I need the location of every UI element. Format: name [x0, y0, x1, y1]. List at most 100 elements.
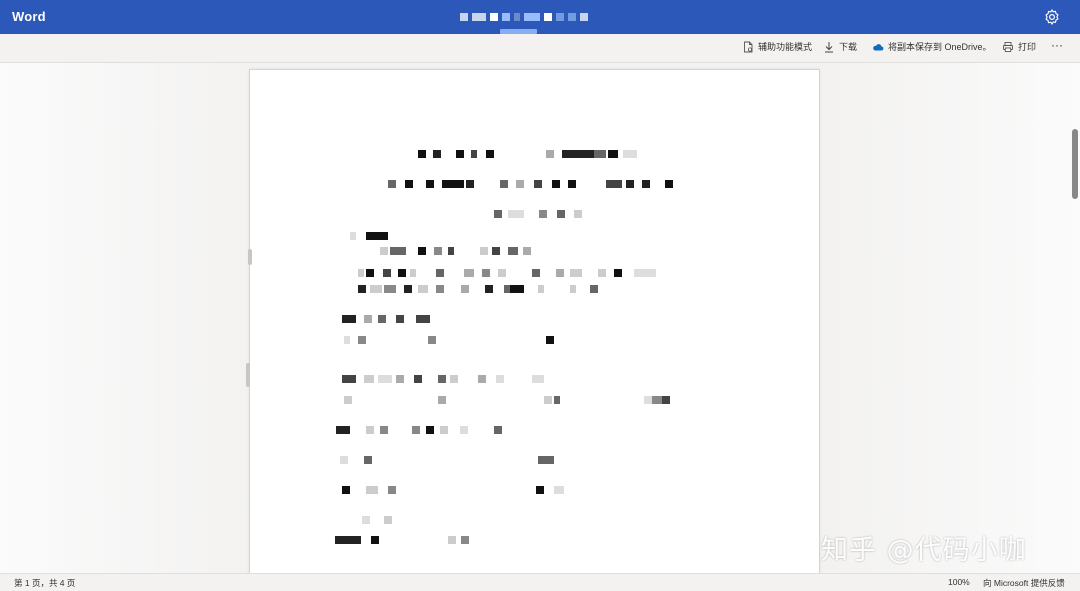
redacted-text-pixel [433, 150, 441, 158]
redacted-text-pixel [508, 210, 524, 218]
redacted-text-pixel [534, 180, 542, 188]
redacted-text-pixel [466, 180, 474, 188]
redacted-text-pixel [366, 486, 378, 494]
redacted-text-pixel [544, 396, 552, 404]
redacted-text-pixel [418, 150, 426, 158]
redacted-text-pixel [496, 375, 504, 383]
document-canvas[interactable] [0, 63, 1080, 573]
watermark-text: 知乎 @代码小咖 [821, 535, 1027, 566]
redacted-text-pixel [642, 180, 650, 188]
redacted-text-pixel [366, 269, 374, 277]
redacted-text-pixel [568, 180, 576, 188]
app-name: Word [12, 9, 46, 24]
redacted-text-pixel [554, 396, 560, 404]
redacted-text-pixel [364, 315, 372, 323]
redacted-text-pixel [456, 150, 464, 158]
redacted-text-pixel [461, 536, 469, 544]
redacted-text-pixel [508, 247, 518, 255]
page-left-handle-top[interactable] [248, 249, 252, 265]
redacted-text-pixel [412, 426, 420, 434]
redacted-text-pixel [532, 269, 540, 277]
redacted-text-pixel [364, 456, 372, 464]
redacted-text-pixel [434, 247, 442, 255]
redacted-text-pixel [416, 315, 430, 323]
page-count: 第 1 页，共 4 页 [14, 578, 76, 588]
redacted-text-pixel [428, 336, 436, 344]
redacted-text-pixel [388, 180, 396, 188]
redacted-text-pixel [510, 285, 524, 293]
more-options-button[interactable]: ··· [1051, 38, 1063, 52]
redacted-text-pixel [418, 247, 426, 255]
redacted-text-pixel [665, 180, 673, 188]
redacted-text-pixel [614, 269, 622, 277]
redacted-text-pixel [350, 232, 356, 240]
redacted-text-pixel [442, 180, 464, 188]
download-arrow-icon [825, 41, 833, 52]
redacted-text-pixel [626, 180, 634, 188]
download-button[interactable]: 下载 [823, 40, 857, 53]
redacted-text-pixel [598, 269, 606, 277]
command-bar: 辅助功能模式 下载 将副本保存到 OneDrive。 打印 ··· [0, 34, 1080, 63]
accessibility-mode-label: 辅助功能模式 [758, 42, 813, 52]
redacted-text-pixel [552, 180, 560, 188]
feedback-link[interactable]: 向 Microsoft 提供反馈 [983, 577, 1065, 589]
zoom-level[interactable]: 100% [948, 577, 970, 587]
redacted-text-pixel [438, 375, 446, 383]
redacted-text-pixel [440, 426, 448, 434]
save-copy-onedrive-button[interactable]: 将副本保存到 OneDrive。 [872, 40, 992, 53]
redacted-text-pixel [634, 269, 656, 277]
redacted-text-pixel [390, 247, 406, 255]
redacted-text-pixel [494, 426, 502, 434]
redacted-text-pixel [482, 269, 490, 277]
redacted-text-pixel [570, 285, 576, 293]
vertical-scrollbar-thumb[interactable] [1072, 129, 1078, 199]
redacted-text-pixel [464, 269, 474, 277]
printer-icon [1003, 41, 1013, 52]
redacted-text-pixel [418, 285, 428, 293]
document-icon [744, 41, 753, 52]
redacted-text-pixel [404, 285, 412, 293]
redacted-text-pixel [662, 396, 670, 404]
redacted-text-pixel [590, 285, 598, 293]
redacted-text-pixel [342, 486, 350, 494]
save-copy-label: 将副本保存到 OneDrive。 [888, 42, 992, 52]
document-page[interactable] [249, 69, 820, 573]
redacted-text-pixel [414, 375, 422, 383]
page-left-handle-bottom[interactable] [246, 363, 250, 387]
redacted-text-pixel [396, 315, 404, 323]
redacted-text-pixel [494, 210, 502, 218]
redacted-text-pixel [378, 375, 392, 383]
accessibility-mode-button[interactable]: 辅助功能模式 [742, 40, 812, 53]
redacted-text-pixel [570, 269, 582, 277]
redacted-text-pixel [370, 285, 382, 293]
redacted-text-pixel [380, 247, 388, 255]
redacted-text-pixel [498, 269, 506, 277]
redacted-text-pixel [539, 210, 547, 218]
redacted-text-pixel [344, 336, 350, 344]
document-title-redacted[interactable] [460, 9, 588, 25]
redacted-text-pixel [436, 285, 444, 293]
redacted-text-pixel [342, 375, 356, 383]
redacted-text-pixel [362, 516, 370, 524]
redacted-text-pixel [438, 396, 446, 404]
redacted-text-pixel [396, 375, 404, 383]
redacted-text-pixel [485, 285, 493, 293]
gear-icon[interactable] [1043, 8, 1061, 26]
redacted-text-pixel [384, 285, 396, 293]
redacted-text-pixel [448, 536, 456, 544]
redacted-text-pixel [471, 150, 477, 158]
redacted-text-pixel [364, 375, 374, 383]
print-label: 打印 [1018, 42, 1037, 52]
redacted-text-pixel [358, 285, 366, 293]
redacted-text-pixel [574, 210, 582, 218]
redacted-text-pixel [410, 269, 416, 277]
redacted-text-pixel [594, 150, 606, 158]
redacted-text-pixel [532, 375, 544, 383]
print-button[interactable]: 打印 [1002, 40, 1036, 53]
redacted-text-pixel [344, 396, 352, 404]
redacted-text-pixel [557, 210, 565, 218]
redacted-text-pixel [562, 150, 594, 158]
title-bar: Word [0, 0, 1080, 34]
redacted-text-pixel [516, 180, 524, 188]
redacted-text-pixel [371, 536, 379, 544]
